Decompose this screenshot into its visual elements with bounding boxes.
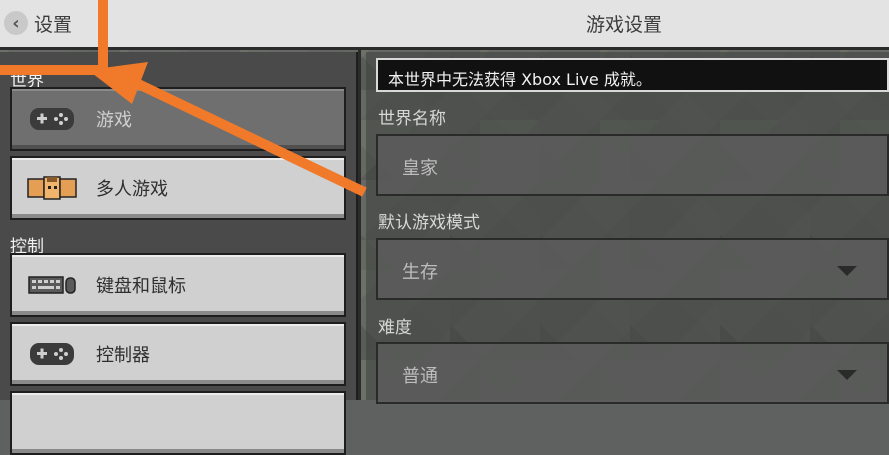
annotation-arrow	[0, 0, 367, 197]
nav-item-more[interactable]	[10, 391, 346, 455]
